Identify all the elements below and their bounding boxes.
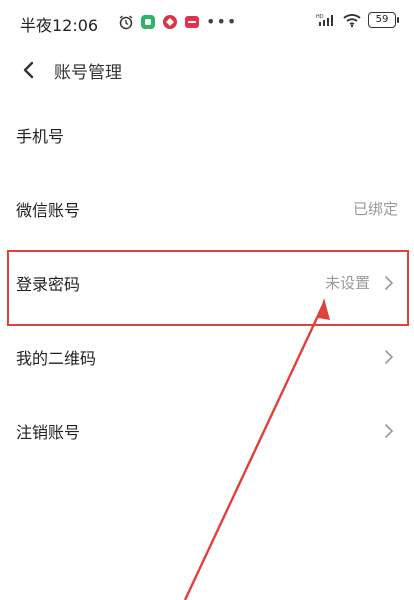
annotation-arrow xyxy=(183,298,330,600)
